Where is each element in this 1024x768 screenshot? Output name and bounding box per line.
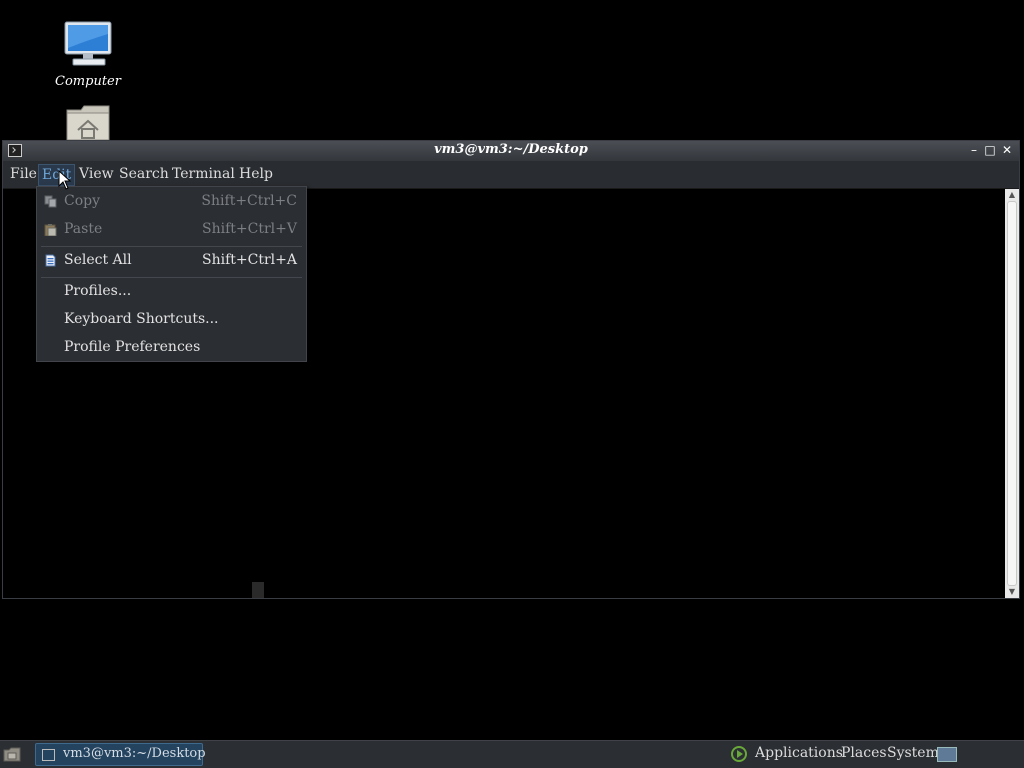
bottom-panel: vm3@vm3:~/Desktop Applications Places Sy… xyxy=(0,740,1024,768)
edit-menu-dropdown: Copy Shift+Ctrl+C Paste Shift+Ctrl+V Sel… xyxy=(36,186,307,362)
applications-menu[interactable]: Applications xyxy=(755,745,843,761)
menu-item-profiles[interactable]: Profiles... xyxy=(38,277,305,305)
mouse-pointer-icon xyxy=(58,170,72,190)
vertical-scrollbar[interactable]: ▲ ▼ xyxy=(1005,189,1019,598)
menu-item-copy[interactable]: Copy Shift+Ctrl+C xyxy=(38,187,305,215)
title-bar[interactable]: vm3@vm3:~/Desktop – □ ✕ xyxy=(3,141,1019,162)
select-all-shortcut: Shift+Ctrl+A xyxy=(202,252,297,268)
taskbar-terminal-button[interactable]: vm3@vm3:~/Desktop xyxy=(35,743,206,766)
copy-icon xyxy=(44,195,57,208)
profile-preferences-label: Profile Preferences xyxy=(64,339,201,355)
text-cursor xyxy=(252,582,264,598)
minimize-icon[interactable]: – xyxy=(967,143,981,157)
menu-item-select-all[interactable]: Select All Shift+Ctrl+A xyxy=(38,246,305,274)
menu-item-keyboard-shortcuts[interactable]: Keyboard Shortcuts... xyxy=(38,305,305,333)
desktop-icon-computer[interactable]: Computer xyxy=(48,20,128,89)
scroll-thumb[interactable] xyxy=(1007,201,1017,586)
scroll-down-icon[interactable]: ▼ xyxy=(1005,586,1019,598)
computer-label: Computer xyxy=(55,74,121,89)
select-all-icon xyxy=(45,254,56,267)
menu-terminal[interactable]: Terminal xyxy=(169,164,238,184)
keyboard-shortcuts-label: Keyboard Shortcuts... xyxy=(64,311,219,327)
menu-item-paste[interactable]: Paste Shift+Ctrl+V xyxy=(38,215,305,243)
workspace-switcher[interactable] xyxy=(937,747,957,762)
menu-search[interactable]: Search xyxy=(116,164,172,184)
close-icon[interactable]: ✕ xyxy=(1000,143,1014,157)
copy-shortcut: Shift+Ctrl+C xyxy=(201,193,297,209)
applications-logo-icon[interactable] xyxy=(731,746,747,762)
paste-icon xyxy=(44,224,57,236)
copy-label: Copy xyxy=(64,193,101,209)
terminal-icon xyxy=(42,749,55,761)
menu-view[interactable]: View xyxy=(76,164,117,184)
places-menu[interactable]: Places xyxy=(841,745,887,761)
taskbar-terminal-label: vm3@vm3:~/Desktop xyxy=(63,746,206,761)
select-all-label: Select All xyxy=(64,252,132,268)
paste-shortcut: Shift+Ctrl+V xyxy=(202,221,297,237)
menu-help[interactable]: Help xyxy=(236,164,276,184)
paste-label: Paste xyxy=(64,221,103,237)
menu-item-profile-preferences[interactable]: Profile Preferences xyxy=(38,333,305,361)
scroll-up-icon[interactable]: ▲ xyxy=(1005,189,1019,201)
window-title: vm3@vm3:~/Desktop xyxy=(434,142,588,157)
profiles-label: Profiles... xyxy=(64,283,132,299)
maximize-icon[interactable]: □ xyxy=(983,143,997,157)
menu-file[interactable]: File xyxy=(7,164,40,184)
computer-icon xyxy=(48,20,128,72)
menu-bar: File Edit View Search Terminal Help xyxy=(3,161,1019,189)
system-menu[interactable]: System xyxy=(887,745,939,761)
show-desktop-icon[interactable] xyxy=(3,746,21,762)
